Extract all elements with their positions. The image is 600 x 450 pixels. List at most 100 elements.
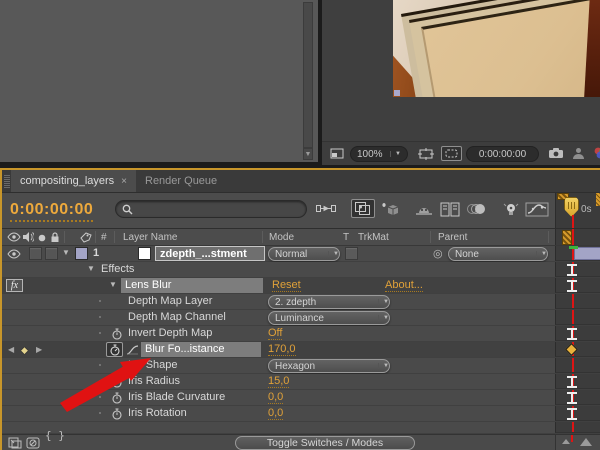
in-out-marker — [567, 328, 577, 340]
current-time-display[interactable]: 0:00:00:00 — [10, 201, 93, 222]
graph-editor-icon[interactable] — [525, 202, 549, 217]
prop-value-scrubber[interactable]: 0,0 — [268, 391, 283, 404]
column-hash[interactable]: # — [101, 232, 107, 243]
preserve-transparency-checkbox[interactable] — [345, 247, 358, 260]
previous-keyframe-arrow-icon[interactable]: ◀ — [8, 345, 14, 354]
solid-color-swatch[interactable] — [138, 247, 151, 260]
iris-shape-dropdown[interactable]: Hexagon ▼ — [268, 359, 390, 373]
viewer-timecode[interactable]: 0:00:00:00 — [466, 146, 539, 162]
audio-column-icon — [23, 232, 34, 242]
frame-blending-icon[interactable] — [440, 202, 460, 217]
stopwatch-icon[interactable] — [111, 392, 123, 404]
chevron-down-icon: ▼ — [378, 363, 389, 369]
prop-invert-depth-map-row[interactable]: Invert Depth Map Off — [2, 326, 600, 342]
prop-iris-radius-row[interactable]: Iris Radius 15,0 — [2, 374, 600, 390]
zoom-level-value: 100% — [357, 149, 383, 160]
current-time-indicator-line — [572, 422, 574, 432]
current-time-indicator-head[interactable] — [564, 197, 579, 217]
tab-compositing-layers[interactable]: compositing_layers × — [11, 170, 136, 192]
layer-row[interactable]: ▼ 1 zdepth_...stment Normal ▼ ◎ None ▼ — [2, 246, 600, 262]
column-mode[interactable]: Mode — [269, 232, 294, 243]
prop-depth-map-channel-row[interactable]: Depth Map Channel Luminance ▼ — [2, 310, 600, 326]
live-update-icon[interactable] — [351, 199, 375, 218]
stopwatch-active-icon[interactable] — [106, 342, 123, 357]
layer-switch-box[interactable] — [45, 247, 58, 260]
zoom-out-mountain-icon[interactable] — [562, 439, 570, 444]
expand-transfer-controls-icon[interactable] — [26, 437, 40, 449]
layer-switch-box[interactable] — [29, 247, 42, 260]
next-keyframe-arrow-icon[interactable]: ▶ — [36, 345, 42, 354]
work-area-end-handle[interactable] — [596, 193, 600, 206]
timeline-panel: compositing_layers × Render Queue 0:00:0… — [0, 168, 600, 450]
layer-expand-triangle-icon[interactable]: ▼ — [62, 248, 70, 257]
prop-value-scrubber[interactable]: 170,0 — [268, 343, 296, 356]
snapshot-camera-icon[interactable] — [548, 147, 564, 159]
prop-label: Iris Blade Curvature — [128, 391, 225, 403]
layer-name-field[interactable]: zdepth_...stment — [155, 246, 265, 261]
zoom-level-dropdown[interactable]: 100% ▼ — [350, 146, 408, 162]
close-icon[interactable]: × — [121, 176, 127, 187]
tab-render-queue[interactable]: Render Queue — [136, 170, 226, 192]
depth-map-channel-dropdown[interactable]: Luminance ▼ — [268, 311, 390, 325]
label-color-swatch[interactable] — [75, 247, 88, 260]
toggle-switches-modes-button[interactable]: Toggle Switches / Modes — [235, 436, 415, 450]
group-expand-triangle-icon[interactable]: ▼ — [87, 264, 95, 273]
stopwatch-icon[interactable] — [111, 376, 123, 388]
prop-blur-focal-distance-row[interactable]: ◀ ◆ ▶ Blur Fo...istance 170,0 — [2, 342, 600, 358]
grid-guides-icon[interactable] — [418, 148, 434, 160]
shy-layers-icon[interactable] — [414, 202, 434, 216]
timeline-search[interactable] — [115, 200, 307, 218]
rgb-channels-icon[interactable] — [592, 146, 600, 160]
project-scrollbar[interactable] — [303, 2, 313, 148]
prop-iris-blade-curvature-row[interactable]: Iris Blade Curvature 0,0 — [2, 390, 600, 406]
effects-group-row[interactable]: ▼ Effects — [2, 262, 600, 278]
expand-layer-switches-icon[interactable] — [8, 437, 22, 449]
prop-depth-map-layer-row[interactable]: Depth Map Layer 2. zdepth ▼ — [2, 294, 600, 310]
mini-flowchart-icon[interactable] — [316, 202, 336, 215]
draft-3d-icon[interactable] — [381, 202, 401, 218]
prop-iris-shape-row[interactable]: Iris Shape Hexagon ▼ — [2, 358, 600, 374]
fx-badge-icon[interactable]: fx — [6, 279, 23, 292]
parent-dropdown[interactable]: None ▼ — [448, 247, 548, 261]
search-input[interactable] — [137, 202, 287, 216]
prop-name-highlighted[interactable]: Blur Fo...istance — [141, 342, 261, 357]
show-snapshot-person-icon[interactable] — [572, 147, 585, 159]
column-layer-name[interactable]: Layer Name — [123, 232, 177, 243]
zoom-in-mountain-icon[interactable] — [580, 438, 592, 446]
column-parent[interactable]: Parent — [438, 232, 467, 243]
prop-value-scrubber[interactable]: 15,0 — [268, 375, 289, 388]
brainstorm-icon[interactable] — [502, 202, 520, 217]
expression-graph-icon[interactable] — [126, 344, 139, 355]
column-trkmat[interactable]: TrkMat — [358, 232, 389, 243]
cached-frames-indicator — [569, 246, 578, 249]
in-out-marker — [567, 376, 577, 388]
effect-name[interactable]: Lens Blur — [121, 278, 263, 293]
column-t[interactable]: T — [343, 232, 349, 243]
time-ruler[interactable]: 0s — [555, 193, 600, 228]
effect-expand-triangle-icon[interactable]: ▼ — [109, 280, 117, 289]
prop-value-scrubber[interactable]: 0,0 — [268, 407, 283, 420]
effect-lens-blur-row[interactable]: fx ▼ Lens Blur Reset About... — [2, 278, 600, 294]
eye-visibility-icon[interactable] — [7, 249, 21, 259]
panel-grip-icon[interactable] — [4, 174, 10, 188]
depth-map-layer-dropdown[interactable]: 2. zdepth ▼ — [268, 295, 390, 309]
motion-blur-icon[interactable] — [466, 202, 488, 216]
scroll-down-arrow-icon[interactable]: ▼ — [303, 148, 313, 160]
stopwatch-icon[interactable] — [111, 408, 123, 420]
prop-value-toggle[interactable]: Off — [268, 327, 282, 340]
column-header-row: # Layer Name Mode T TrkMat Parent — [2, 228, 600, 246]
row-rail — [555, 294, 600, 309]
prop-iris-rotation-row[interactable]: Iris Rotation 0,0 — [2, 406, 600, 422]
blend-mode-dropdown[interactable]: Normal ▼ — [268, 247, 340, 261]
add-keyframe-diamond-icon[interactable]: ◆ — [21, 345, 28, 356]
marching-ants-icon[interactable] — [441, 146, 462, 161]
about-link[interactable]: About... — [385, 279, 423, 292]
layer-corner-handle[interactable] — [394, 90, 400, 96]
work-area-bar[interactable] — [562, 230, 572, 245]
pickwhip-icon[interactable]: ◎ — [433, 247, 443, 260]
composition-panel: 100% ▼ 0:00:00:00 — [322, 0, 600, 165]
keyframe-diamond[interactable] — [565, 343, 578, 356]
stopwatch-icon[interactable] — [111, 328, 123, 340]
region-of-interest-icon[interactable] — [330, 148, 344, 159]
reset-link[interactable]: Reset — [272, 279, 301, 292]
